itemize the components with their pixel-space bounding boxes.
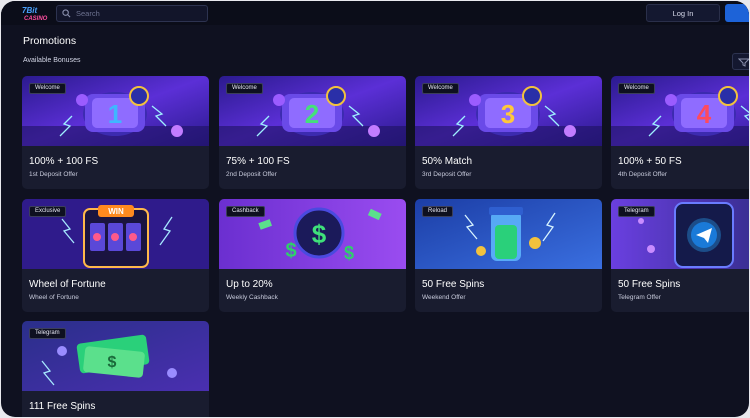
promo-card-7[interactable]: Reload 50 Free Spins Weekend Offer xyxy=(415,199,602,312)
promo-subtitle: Weekly Cashback xyxy=(226,294,278,301)
promo-badge: Telegram xyxy=(618,206,655,217)
svg-text:$: $ xyxy=(312,219,327,249)
promo-badge: Telegram xyxy=(29,328,66,339)
promo-badge: Welcome xyxy=(422,83,459,94)
promo-card-5[interactable]: WIN Exclusive Wheel of Fortune Wheel of … xyxy=(22,199,209,312)
promo-title: 50 Free Spins xyxy=(422,279,485,290)
svg-text:$: $ xyxy=(344,243,354,263)
svg-text:WIN: WIN xyxy=(108,207,124,216)
promo-badge: Welcome xyxy=(226,83,263,94)
search-icon xyxy=(62,9,71,18)
promo-card-3[interactable]: 3 Welcome 50% Match 3rd Deposit Offer xyxy=(415,76,602,189)
section-title: Available Bonuses xyxy=(23,57,81,64)
promo-title: 50 Free Spins xyxy=(618,279,681,290)
svg-text:7Bit: 7Bit xyxy=(22,6,37,15)
promo-subtitle: 2nd Deposit Offer xyxy=(226,171,277,178)
promo-title: 50% Match xyxy=(422,156,473,167)
svg-text:3: 3 xyxy=(501,99,515,129)
promo-title: Up to 20% xyxy=(226,279,273,290)
promo-card-6[interactable]: $ $ $ Cashback Up to 20% Weekly Cashback xyxy=(219,199,406,312)
promo-title: 100% + 50 FS xyxy=(618,156,682,167)
promo-badge: Reload xyxy=(422,206,454,217)
svg-text:CASINO: CASINO xyxy=(24,16,48,22)
svg-text:$: $ xyxy=(285,240,296,262)
svg-text:2: 2 xyxy=(305,99,319,129)
svg-text:1: 1 xyxy=(108,99,122,129)
promo-subtitle: 4th Deposit Offer xyxy=(618,171,668,178)
promo-badge: Exclusive xyxy=(29,206,67,217)
promo-title: 75% + 100 FS xyxy=(226,156,290,167)
promo-title: 111 Free Spins xyxy=(29,401,96,412)
login-button[interactable]: Log In xyxy=(646,4,720,22)
app-frame: 7Bit CASINO Log In Promotions Available … xyxy=(1,1,749,417)
promo-card-9[interactable]: $ Telegram 111 Free Spins xyxy=(22,321,209,417)
search-input[interactable] xyxy=(76,9,201,18)
promo-card-1[interactable]: 1 Welcome 100% + 100 FS 1st Deposit Offe… xyxy=(22,76,209,189)
search-box[interactable] xyxy=(56,5,208,22)
promo-title: Wheel of Fortune xyxy=(29,279,106,290)
casino-logo[interactable]: 7Bit CASINO xyxy=(21,4,51,22)
promo-subtitle: Wheel of Fortune xyxy=(29,294,79,301)
promo-card-8[interactable]: Telegram 50 Free Spins Telegram Offer xyxy=(611,199,749,312)
promo-title: 100% + 100 FS xyxy=(29,156,99,167)
signup-button[interactable] xyxy=(725,4,749,22)
filter-icon xyxy=(738,58,749,67)
promo-badge: Welcome xyxy=(618,83,655,94)
promo-subtitle: 3rd Deposit Offer xyxy=(422,171,472,178)
page-title: Promotions xyxy=(23,35,77,47)
filter-button[interactable] xyxy=(732,53,749,70)
promo-badge: Welcome xyxy=(29,83,66,94)
svg-text:$: $ xyxy=(108,354,117,371)
promo-badge: Cashback xyxy=(226,206,265,217)
promo-subtitle: Weekend Offer xyxy=(422,294,466,301)
svg-text:4: 4 xyxy=(697,99,712,129)
promo-card-2[interactable]: 2 Welcome 75% + 100 FS 2nd Deposit Offer xyxy=(219,76,406,189)
promo-card-4[interactable]: 4 Welcome 100% + 50 FS 4th Deposit Offer xyxy=(611,76,749,189)
promo-subtitle: Telegram Offer xyxy=(618,294,661,301)
top-bar: 7Bit CASINO Log In xyxy=(1,1,749,25)
promo-subtitle: 1st Deposit Offer xyxy=(29,171,78,178)
